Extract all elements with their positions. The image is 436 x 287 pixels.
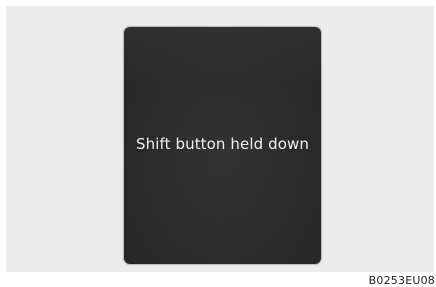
display-sheen [124,27,321,87]
warning-message: Shift button held down [136,135,309,153]
figure-reference-code: B0253EU08 [368,274,435,287]
instrument-cluster-display: Shift button held down [124,27,321,264]
